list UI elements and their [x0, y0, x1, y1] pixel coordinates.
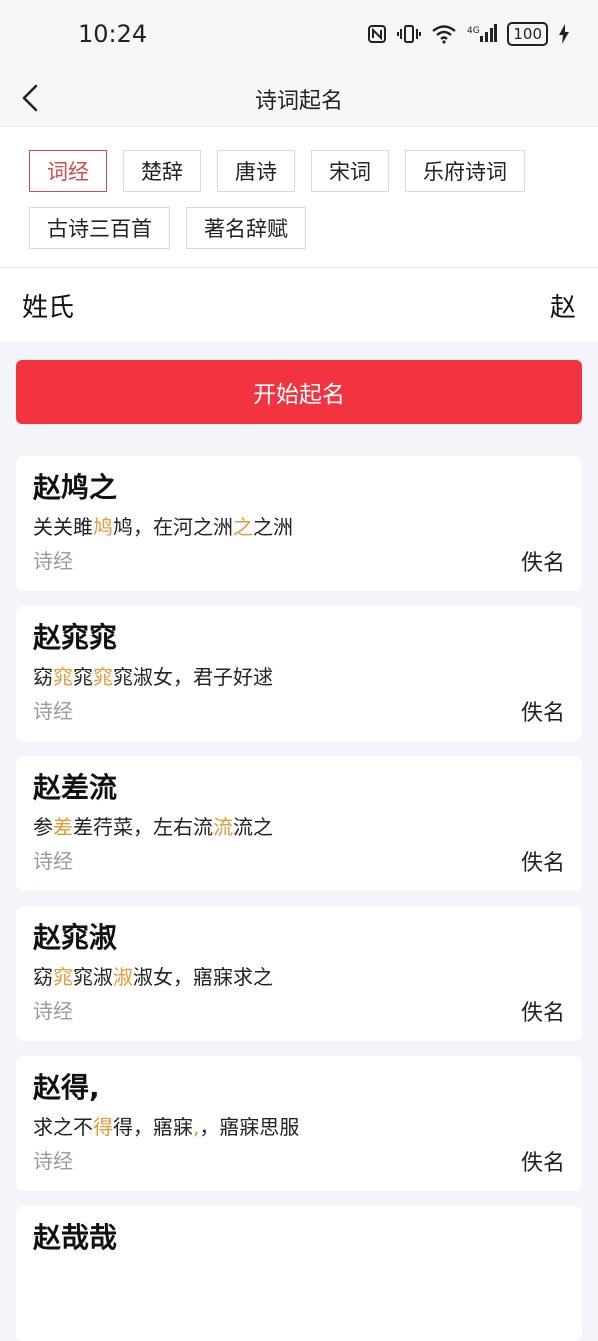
tag-yuefu[interactable]: 乐府诗词 — [405, 150, 525, 192]
result-source: 诗经 — [33, 999, 73, 1023]
result-verse: 窈窕窕窕窕淑女，君子好逑 — [33, 662, 566, 692]
verse-text: 窈 — [33, 965, 53, 989]
result-card[interactable]: 赵哉哉 — [16, 1206, 582, 1341]
vibrate-icon — [397, 24, 422, 44]
result-source: 诗经 — [33, 549, 73, 573]
result-name: 赵窕淑 — [33, 921, 118, 954]
verse-highlight: 淑 — [113, 965, 133, 989]
nfc-icon — [367, 24, 387, 44]
status-time: 10:24 — [78, 20, 148, 48]
verse-highlight: 差 — [53, 815, 73, 839]
verse-text: 求之不 — [33, 1115, 93, 1139]
result-name: 赵鸠之 — [33, 471, 118, 504]
status-bar: 10:24 4G 100 — [0, 0, 598, 70]
verse-text: 窕淑 — [73, 965, 113, 989]
start-naming-button[interactable]: 开始起名 — [16, 360, 582, 424]
result-name: 赵窕窕 — [33, 621, 118, 654]
result-source: 诗经 — [33, 1149, 73, 1173]
result-name: 赵得, — [33, 1071, 100, 1104]
verse-text: 得，寤寐 — [113, 1115, 193, 1139]
verse-text: 淑女，寤寐求之 — [133, 965, 273, 989]
result-author: 佚名 — [520, 851, 565, 876]
verse-text: 差荇菜，左右流 — [73, 815, 213, 839]
result-name: 赵哉哉 — [33, 1221, 118, 1254]
verse-highlight: 窕 — [53, 665, 73, 689]
result-verse: 窈窕窕淑淑淑女，寤寐求之 — [33, 962, 566, 992]
result-verse: 参差差荇菜，左右流流流之 — [33, 812, 566, 842]
result-card[interactable]: 赵鸠之 关关雎鸠鸠，在河之洲之之洲 诗经 佚名 — [16, 456, 582, 591]
result-source: 诗经 — [33, 699, 73, 723]
verse-highlight: 窕 — [53, 965, 73, 989]
result-verse: 关关雎鸠鸠，在河之洲之之洲 — [33, 512, 566, 542]
surname-row[interactable]: 姓氏 赵 — [0, 268, 598, 342]
verse-highlight: 鸠 — [93, 515, 113, 539]
tag-tangshi[interactable]: 唐诗 — [217, 150, 295, 192]
result-author: 佚名 — [520, 551, 565, 576]
result-author: 佚名 — [520, 1151, 565, 1176]
result-card[interactable]: 赵窕淑 窈窕窕淑淑淑女，寤寐求之 诗经 佚名 — [16, 906, 582, 1041]
signal-4g-icon: 4G — [467, 24, 498, 44]
result-verse: 求之不得得，寤寐,，寤寐思服 — [33, 1112, 566, 1142]
verse-highlight: 流 — [213, 815, 233, 839]
svg-text:4G: 4G — [467, 26, 480, 36]
verse-highlight: 之 — [233, 515, 253, 539]
result-card[interactable]: 赵窕窕 窈窕窕窕窕淑女，君子好逑 诗经 佚名 — [16, 606, 582, 741]
page-title: 诗词起名 — [254, 89, 343, 114]
status-icons: 4G 100 — [367, 22, 570, 46]
battery-level: 100 — [513, 25, 542, 43]
wifi-icon — [431, 24, 457, 44]
verse-text: 鸠，在河之洲 — [113, 515, 233, 539]
verse-text: 窕 — [73, 665, 93, 689]
tag-chuci[interactable]: 楚辞 — [123, 150, 201, 192]
verse-text: 流之 — [233, 815, 273, 839]
result-source: 诗经 — [33, 849, 73, 873]
results-list: 赵鸠之 关关雎鸠鸠，在河之洲之之洲 诗经 佚名 赵窕窕 窈窕窕窕窕淑女，君子好逑… — [0, 456, 598, 1341]
result-name: 赵差流 — [33, 771, 118, 804]
result-author: 佚名 — [520, 701, 565, 726]
verse-highlight: 得 — [93, 1115, 113, 1139]
surname-label: 姓氏 — [22, 292, 75, 323]
tag-songci[interactable]: 宋词 — [311, 150, 389, 192]
result-card[interactable]: 赵得, 求之不得得，寤寐,，寤寐思服 诗经 佚名 — [16, 1056, 582, 1191]
verse-text: 参 — [33, 815, 53, 839]
verse-text: ，寤寐思服 — [199, 1115, 300, 1139]
charging-bolt-icon — [558, 24, 570, 44]
result-author: 佚名 — [520, 1001, 565, 1026]
verse-text: 窈 — [33, 665, 53, 689]
verse-text: 关关雎 — [33, 515, 93, 539]
category-tags: 词经 楚辞 唐诗 宋词 乐府诗词 古诗三百首 著名辞赋 — [0, 127, 598, 268]
verse-text: 窕淑女，君子好逑 — [113, 665, 273, 689]
verse-highlight: 窕 — [93, 665, 113, 689]
result-card[interactable]: 赵差流 参差差荇菜，左右流流流之 诗经 佚名 — [16, 756, 582, 891]
tag-gushi-300[interactable]: 古诗三百首 — [29, 207, 170, 249]
verse-text: 之洲 — [253, 515, 293, 539]
surname-value[interactable]: 赵 — [550, 287, 576, 324]
tag-shijing[interactable]: 词经 — [29, 150, 107, 192]
nav-bar: 诗词起名 — [0, 70, 598, 127]
tag-cifu[interactable]: 著名辞赋 — [186, 207, 306, 249]
battery-icon: 100 — [507, 22, 548, 46]
